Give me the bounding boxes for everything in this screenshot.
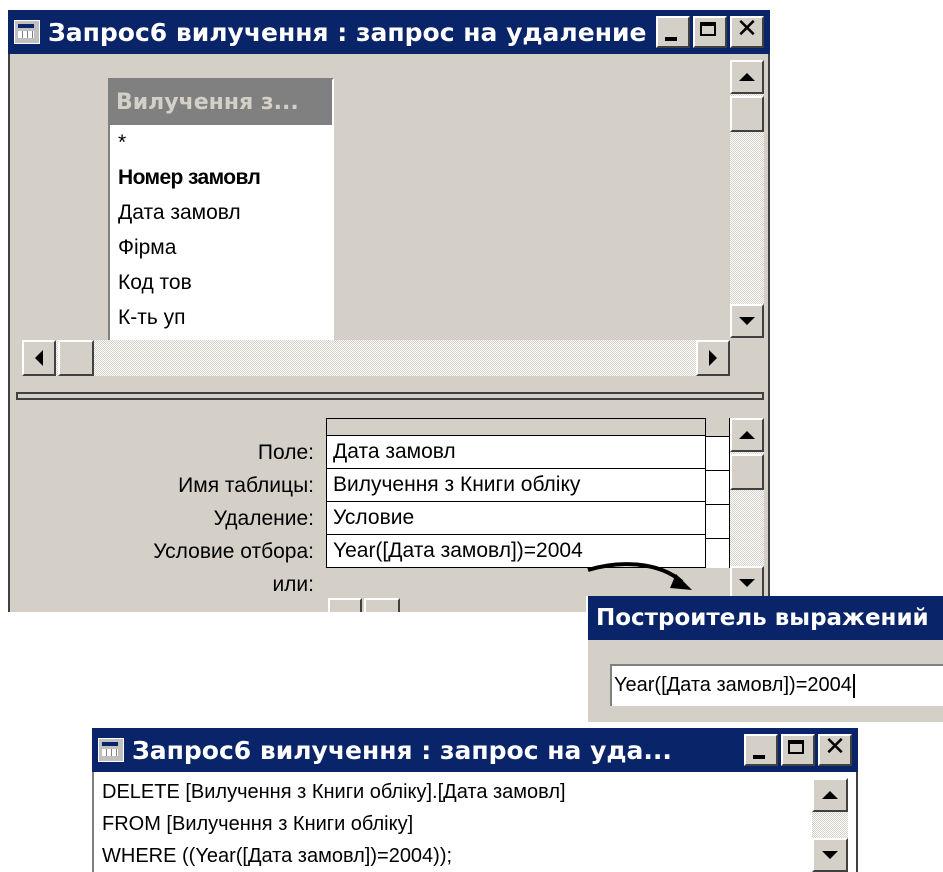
arrow-right-icon xyxy=(709,350,717,366)
field-item[interactable]: Дата замовл xyxy=(110,195,332,230)
grid-horizontal-scrollbar[interactable] xyxy=(328,598,408,612)
expression-builder-title: Построитель выражений xyxy=(596,605,929,631)
grid-row-labels: Поле: Имя таблицы: Удаление: Условие отб… xyxy=(10,436,314,601)
row-label-delete: Удаление: xyxy=(213,507,314,530)
scroll-thumb[interactable] xyxy=(730,454,764,490)
scroll-right-button[interactable] xyxy=(696,340,730,376)
arrow-up-icon xyxy=(739,73,755,81)
field-item[interactable]: Номер замовл xyxy=(110,160,332,195)
field-cell[interactable]: Дата замовл xyxy=(326,436,706,469)
delete-cell[interactable]: Условие xyxy=(326,502,706,535)
sql-line: FROM [Вилучення з Книги обліку] xyxy=(102,813,414,835)
expression-text: Year([Дата замовл])=2004 xyxy=(614,674,852,696)
query-icon xyxy=(98,738,124,762)
arrow-up-icon xyxy=(822,791,838,799)
sql-view-window: Запрос6 вилучення : запрос на уда... ✕ D… xyxy=(92,728,858,872)
scroll-left-button[interactable] xyxy=(22,340,56,376)
arrow-down-icon xyxy=(739,579,755,587)
grid-vertical-scrollbar[interactable] xyxy=(730,418,764,602)
scroll-up-button[interactable] xyxy=(730,60,764,94)
field-item[interactable]: Фірма xyxy=(110,230,332,265)
text-cursor xyxy=(852,673,855,698)
minimize-button[interactable] xyxy=(656,16,690,48)
sql-window-title: Запрос6 вилучення : запрос на уда... xyxy=(132,735,672,765)
table-cell[interactable]: Вилучення з Книги обліку xyxy=(326,469,706,502)
expression-builder-window: Построитель выражений Year([Дата замовл]… xyxy=(586,596,943,722)
field-list-title[interactable]: Вилучення з... xyxy=(110,80,332,125)
annotation-arrow xyxy=(587,562,692,590)
close-icon: ✕ xyxy=(824,732,846,762)
splitter-bar xyxy=(16,392,764,400)
query-window-titlebar[interactable]: Запрос6 вилучення : запрос на удаление ✕ xyxy=(8,10,770,54)
sql-vertical-scrollbar[interactable] xyxy=(812,778,848,872)
row-label-table: Имя таблицы: xyxy=(178,474,314,497)
field-list-items: * Номер замовл Дата замовл Фірма Код тов… xyxy=(110,125,332,335)
row-label-or: или: xyxy=(272,573,314,596)
scroll-up-button[interactable] xyxy=(812,778,848,812)
maximize-button[interactable] xyxy=(781,734,815,766)
field-item[interactable]: * xyxy=(110,125,332,160)
scroll-thumb[interactable] xyxy=(58,340,94,376)
scroll-thumb[interactable] xyxy=(730,96,764,132)
arrow-up-icon xyxy=(739,431,755,439)
query-icon xyxy=(14,20,40,44)
window-title: Запрос6 вилучення : запрос на удаление xyxy=(48,17,647,47)
grid-column-empty[interactable] xyxy=(706,418,730,568)
field-list[interactable]: Вилучення з... * Номер замовл Дата замов… xyxy=(108,78,334,368)
vertical-scrollbar[interactable] xyxy=(730,60,764,338)
maximize-button[interactable] xyxy=(693,16,727,48)
sql-text: DELETE [Вилучення з Книги обліку].[Дата … xyxy=(102,776,566,872)
expression-builder-titlebar[interactable]: Построитель выражений xyxy=(588,596,943,640)
close-button[interactable]: ✕ xyxy=(818,734,852,766)
sql-window-titlebar[interactable]: Запрос6 вилучення : запрос на уда... ✕ xyxy=(92,728,858,772)
column-selector[interactable] xyxy=(326,418,706,436)
sql-line: WHERE ((Year([Дата замовл])=2004)); xyxy=(102,845,453,867)
horizontal-scrollbar[interactable] xyxy=(22,340,730,376)
scroll-thumb[interactable] xyxy=(364,598,400,612)
scroll-down-button[interactable] xyxy=(730,304,764,338)
table-pane: Вилучення з... * Номер замовл Дата замов… xyxy=(8,54,770,384)
scroll-down-button[interactable] xyxy=(730,566,764,600)
field-item[interactable]: К-ть уп xyxy=(110,300,332,335)
scroll-down-button[interactable] xyxy=(812,838,848,872)
expression-input[interactable]: Year([Дата замовл])=2004 xyxy=(610,664,943,706)
scroll-left-button[interactable] xyxy=(328,598,362,612)
row-label-field: Поле: xyxy=(257,441,314,464)
pane-splitter[interactable] xyxy=(8,384,770,406)
arrow-left-icon xyxy=(35,350,43,366)
close-button[interactable]: ✕ xyxy=(730,16,764,48)
field-item[interactable]: Код тов xyxy=(110,265,332,300)
arrow-down-icon xyxy=(822,851,838,859)
row-label-criteria: Условие отбора: xyxy=(153,540,314,563)
sql-editor[interactable]: DELETE [Вилучення з Книги обліку].[Дата … xyxy=(92,772,858,872)
query-design-window: Запрос6 вилучення : запрос на удаление ✕… xyxy=(8,0,770,612)
minimize-button[interactable] xyxy=(744,734,778,766)
arrow-down-icon xyxy=(739,317,755,325)
sql-line: DELETE [Вилучення з Книги обліку].[Дата … xyxy=(102,781,566,803)
close-icon: ✕ xyxy=(736,14,758,44)
scroll-up-button[interactable] xyxy=(730,418,764,452)
